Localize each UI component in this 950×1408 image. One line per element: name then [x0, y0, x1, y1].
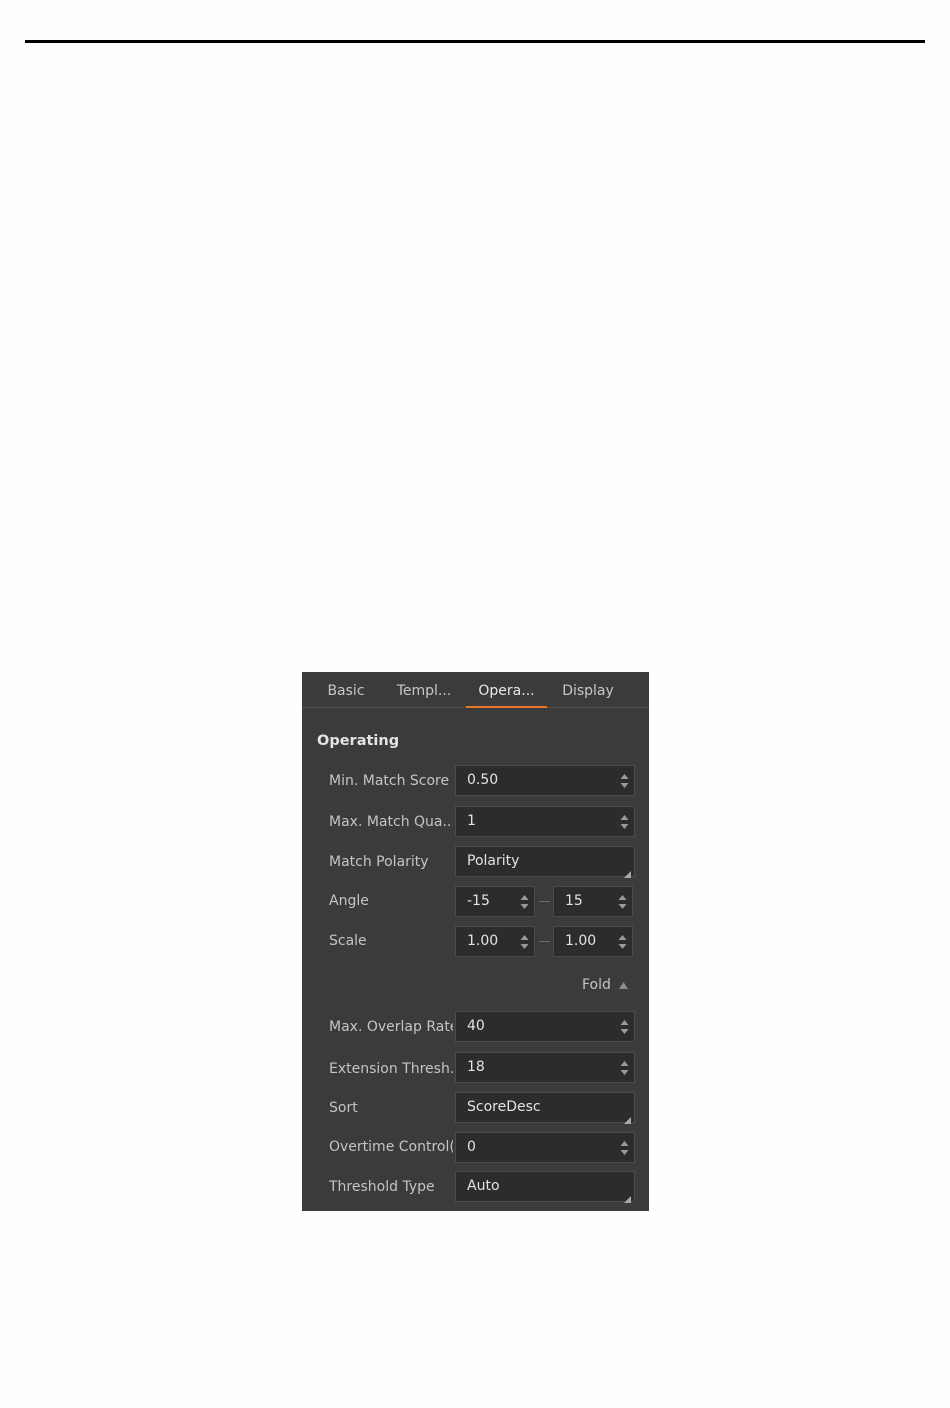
extension-threshold-label: Extension Thresh...	[329, 1061, 453, 1077]
scale-to-input[interactable]: 1.00	[553, 926, 633, 957]
sort-select[interactable]: ScoreDesc	[455, 1092, 635, 1124]
parameter-panel: Basic Templ... Opera... Display Operatin…	[302, 672, 649, 1211]
scale-label: Scale	[329, 933, 367, 949]
up-down-arrows-icon[interactable]	[620, 1140, 629, 1156]
fold-label: Fold	[582, 977, 611, 993]
up-down-arrows-icon[interactable]	[520, 894, 529, 910]
min-match-score-label: Min. Match Score	[329, 773, 450, 789]
range-dash	[539, 901, 550, 902]
sort-label: Sort	[329, 1100, 358, 1116]
max-match-quantity-label: Max. Match Qua...	[329, 814, 453, 830]
threshold-type-value: Auto	[467, 1178, 500, 1194]
section-title: Operating	[317, 733, 400, 749]
up-down-arrows-icon[interactable]	[618, 934, 627, 950]
tab-bar: Basic Templ... Opera... Display	[302, 672, 649, 708]
scale-from-input[interactable]: 1.00	[455, 926, 535, 957]
up-down-arrows-icon[interactable]	[620, 1060, 629, 1076]
extension-threshold-value: 18	[467, 1059, 485, 1075]
dropdown-corner-icon	[624, 1112, 631, 1124]
min-match-score-input[interactable]: 0.50	[455, 765, 635, 796]
max-overlap-rate-value: 40	[467, 1018, 485, 1034]
fold-toggle[interactable]: Fold	[582, 977, 628, 993]
tab-display[interactable]: Display	[558, 672, 618, 707]
match-polarity-value: Polarity	[467, 853, 520, 869]
match-polarity-select[interactable]: Polarity	[455, 846, 635, 878]
angle-label: Angle	[329, 893, 369, 909]
threshold-type-select[interactable]: Auto	[455, 1171, 635, 1203]
range-dash	[539, 941, 550, 942]
up-down-arrows-icon[interactable]	[620, 773, 629, 789]
dropdown-corner-icon	[624, 1191, 631, 1203]
angle-to-value: 15	[565, 893, 583, 909]
sort-value: ScoreDesc	[467, 1099, 541, 1115]
overtime-control-value: 0	[467, 1139, 476, 1155]
angle-to-input[interactable]: 15	[553, 886, 633, 917]
up-down-arrows-icon[interactable]	[618, 894, 627, 910]
tab-template[interactable]: Templ...	[392, 672, 456, 707]
extension-threshold-input[interactable]: 18	[455, 1052, 635, 1083]
match-polarity-label: Match Polarity	[329, 854, 429, 870]
up-down-arrows-icon[interactable]	[620, 1019, 629, 1035]
overtime-control-input[interactable]: 0	[455, 1132, 635, 1163]
document-page: Basic Templ... Opera... Display Operatin…	[0, 0, 950, 1408]
header-rule	[25, 40, 925, 43]
max-match-quantity-input[interactable]: 1	[455, 806, 635, 837]
tab-operating[interactable]: Opera...	[466, 672, 547, 708]
scale-to-value: 1.00	[565, 933, 597, 949]
up-down-arrows-icon[interactable]	[620, 814, 629, 830]
scale-from-value: 1.00	[467, 933, 499, 949]
threshold-type-label: Threshold Type	[329, 1179, 435, 1195]
angle-from-value: -15	[467, 893, 490, 909]
up-down-arrows-icon[interactable]	[520, 934, 529, 950]
max-match-quantity-value: 1	[467, 813, 476, 829]
angle-from-input[interactable]: -15	[455, 886, 535, 917]
dropdown-corner-icon	[624, 866, 631, 878]
max-overlap-rate-input[interactable]: 40	[455, 1011, 635, 1042]
overtime-control-label: Overtime Control(n	[329, 1139, 453, 1155]
min-match-score-value: 0.50	[467, 772, 499, 788]
max-overlap-rate-label: Max. Overlap Rate	[329, 1019, 453, 1035]
tab-basic[interactable]: Basic	[320, 672, 372, 707]
triangle-up-icon	[618, 977, 628, 993]
